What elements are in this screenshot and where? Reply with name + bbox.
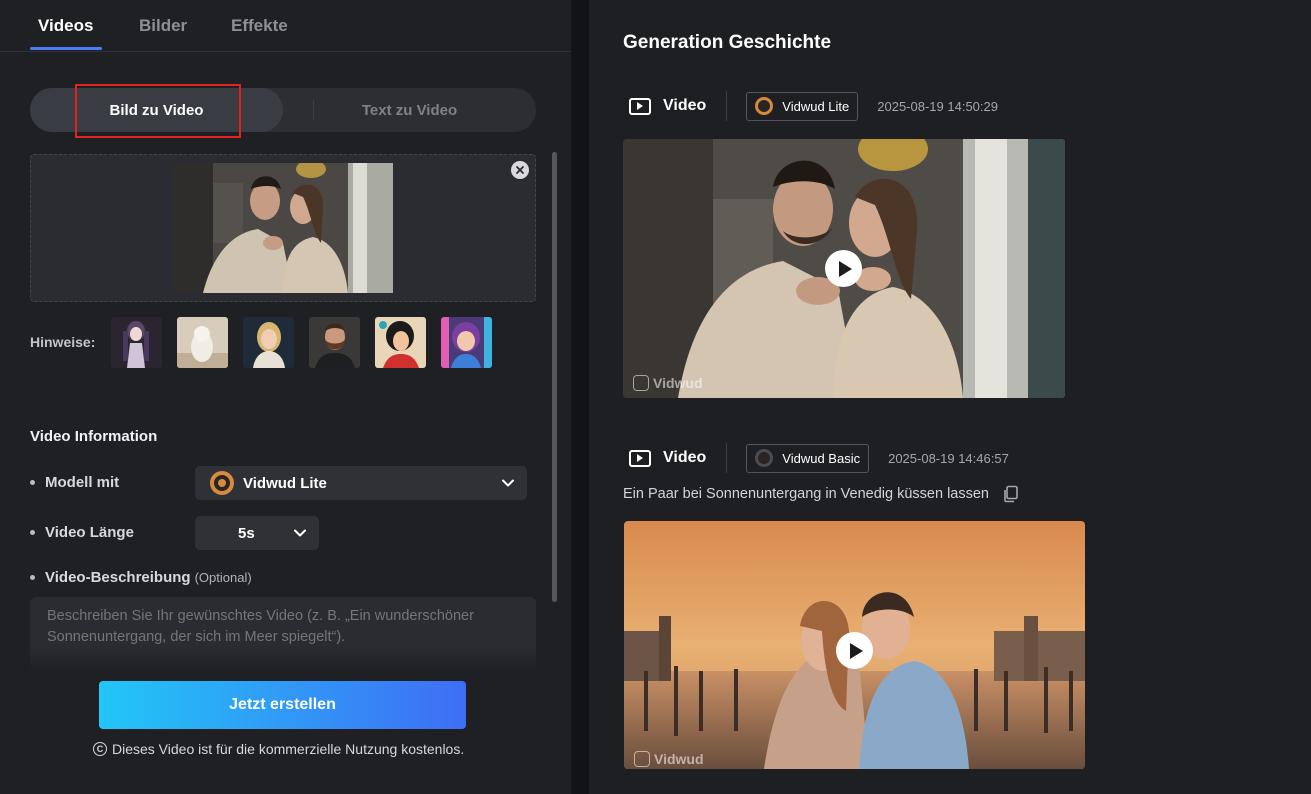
model-tag-text: Vidwud Lite [782, 98, 850, 114]
commercial-use-text: Dieses Video ist für die kommerzielle Nu… [112, 741, 465, 757]
length-label-text: Video Länge [45, 524, 134, 541]
entry-type-label: Video [663, 97, 707, 114]
description-label-text: Video-Beschreibung [45, 569, 191, 586]
vertical-separator [726, 91, 728, 121]
uploaded-image [173, 163, 393, 293]
history-entry-header: Video Vidwud Lite 2025-08-19 14:50:29 [629, 91, 998, 121]
chevron-down-icon [294, 529, 306, 537]
entry-prompt: Ein Paar bei Sonnenuntergang in Venedig … [623, 485, 1020, 503]
entry-timestamp: 2025-08-19 14:46:57 [888, 450, 1009, 466]
vidwud-logo-icon [633, 375, 649, 391]
model-select-value: Vidwud Lite [243, 474, 327, 492]
video-icon [629, 97, 651, 115]
tab-effekte[interactable]: Effekte [231, 16, 288, 36]
vidwud-lite-icon [755, 97, 774, 115]
bullet-dot [30, 480, 35, 485]
tab-bar: Videos Bilder Effekte [0, 0, 571, 52]
hints-label: Hinweise: [30, 334, 96, 350]
prompt-text: Ein Paar bei Sonnenuntergang in Venedig … [623, 486, 989, 502]
text-to-video-button[interactable]: Text zu Video [283, 88, 536, 132]
length-field-label: Video Länge [30, 524, 134, 541]
watermark-text: Vidwud [654, 751, 704, 767]
tab-videos[interactable]: Videos [38, 16, 93, 36]
video-information-title: Video Information [30, 428, 158, 445]
vertical-separator [726, 443, 728, 473]
length-select-value: 5s [238, 524, 255, 542]
vidwud-basic-icon [755, 449, 774, 467]
play-icon[interactable] [836, 632, 873, 669]
scrollbar[interactable] [552, 152, 557, 602]
description-input[interactable] [30, 597, 536, 671]
play-icon[interactable] [825, 250, 862, 287]
vidwud-watermark: Vidwud [633, 375, 703, 391]
highlight-box [75, 84, 241, 138]
chevron-down-icon [502, 479, 514, 487]
model-field-label: Modell mit [30, 474, 119, 491]
model-tag: Vidwud Lite [746, 91, 859, 121]
commercial-use-note: C Dieses Video ist für die kommerzielle … [93, 741, 464, 757]
entry-timestamp: 2025-08-19 14:50:29 [877, 98, 998, 114]
video-thumbnail[interactable]: Vidwud [624, 521, 1085, 769]
hint-thumbnail-anime-girl[interactable] [111, 317, 162, 368]
optional-tag: (Optional) [194, 570, 252, 585]
create-now-button[interactable]: Jetzt erstellen [99, 681, 466, 729]
length-select[interactable]: 5s [195, 516, 319, 550]
model-select[interactable]: Vidwud Lite [195, 466, 527, 500]
vidwud-lite-icon [210, 471, 234, 495]
watermark-text: Vidwud [653, 375, 703, 391]
hint-thumbnail-cartoon-girl[interactable] [441, 317, 492, 368]
model-tag: Vidwud Basic [746, 443, 870, 473]
remove-image-button[interactable] [511, 161, 529, 179]
vidwud-watermark: Vidwud [634, 751, 704, 767]
hint-thumbnail-bearded-man[interactable] [309, 317, 360, 368]
vidwud-logo-icon [634, 751, 650, 767]
video-icon [629, 449, 651, 467]
video-thumbnail[interactable]: Vidwud [623, 139, 1065, 398]
copyright-icon: C [93, 742, 107, 756]
history-entry-header: Video Vidwud Basic 2025-08-19 14:46:57 [629, 443, 1009, 473]
model-tag-text: Vidwud Basic [782, 450, 861, 466]
copy-icon[interactable] [1002, 485, 1020, 503]
active-tab-indicator [30, 47, 102, 50]
model-label-text: Modell mit [45, 474, 120, 491]
description-field-label: Video-Beschreibung (Optional) [30, 569, 252, 586]
hint-thumbnail-blonde-woman[interactable] [243, 317, 294, 368]
left-panel: Videos Bilder Effekte Bild zu Video Text… [0, 0, 571, 794]
upload-area[interactable] [30, 154, 536, 302]
history-title: Generation Geschichte [623, 32, 832, 53]
bullet-dot [30, 530, 35, 535]
panel-divider [571, 0, 589, 794]
close-icon [516, 166, 524, 174]
entry-type-label: Video [663, 449, 707, 466]
hint-thumbnail-comic-woman[interactable] [375, 317, 426, 368]
tab-bilder[interactable]: Bilder [139, 16, 187, 36]
hint-thumbnail-white-dog[interactable] [177, 317, 228, 368]
bullet-dot [30, 575, 35, 580]
